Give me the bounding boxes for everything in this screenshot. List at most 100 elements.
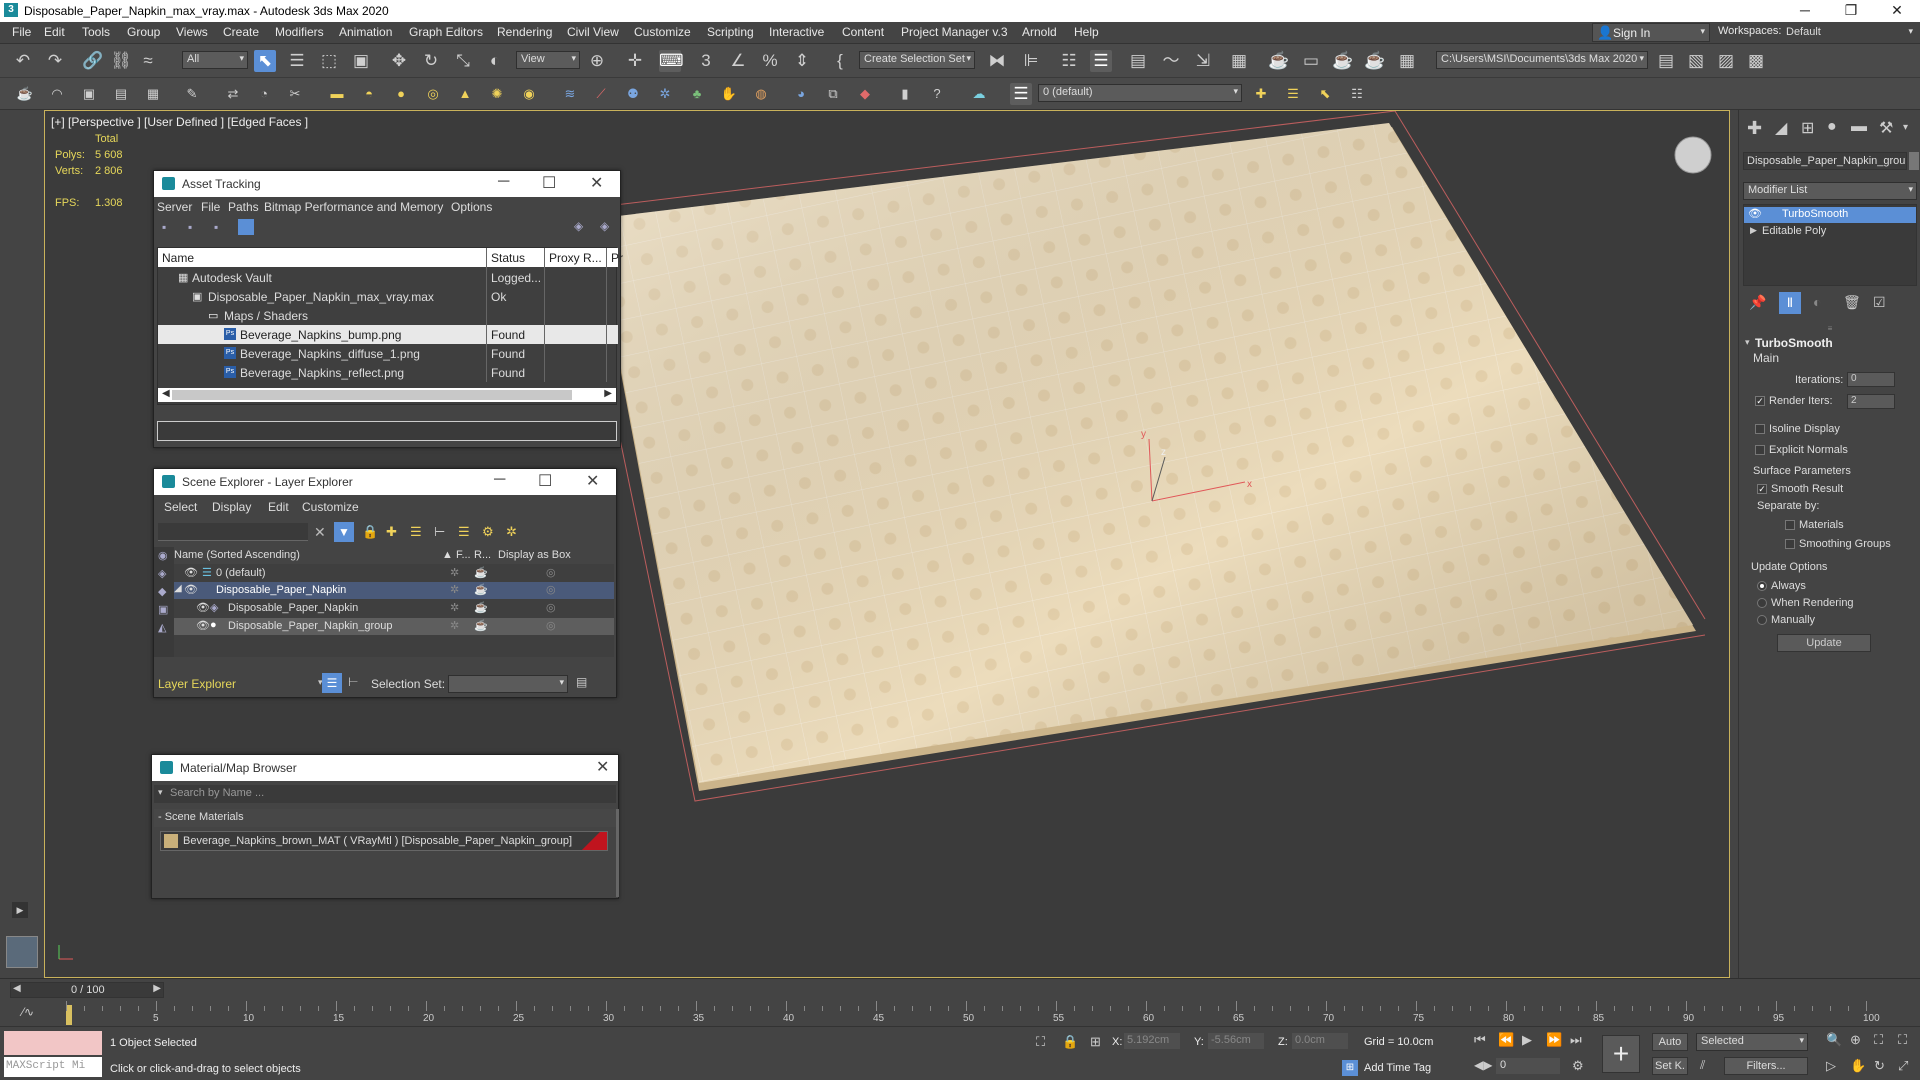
asset-row[interactable]: ▦ Autodesk Vault Logged...	[158, 268, 618, 287]
layer-mode-icon[interactable]: ☰	[322, 673, 342, 693]
window-crossing-icon[interactable]: ▣	[350, 50, 372, 72]
brush-icon[interactable]: ✎	[181, 83, 203, 105]
zoom-icon[interactable]: 🔍	[1826, 1032, 1842, 1048]
add-to-layer-icon[interactable]: ☰	[1282, 83, 1304, 105]
bend-icon[interactable]: ⟋	[590, 83, 612, 105]
asset-col-proxy[interactable]: Proxy R...	[549, 251, 602, 265]
select-object-icon[interactable]: ⬉	[254, 50, 276, 72]
menu-help[interactable]: Help	[1074, 25, 1099, 39]
set-key-button-icon[interactable]: +	[1602, 1035, 1640, 1073]
select-layer-objects-icon[interactable]: ⬉	[1314, 83, 1336, 105]
se-minimize-button[interactable]: ─	[494, 471, 505, 489]
field-of-view-icon[interactable]: ▷	[1826, 1058, 1836, 1074]
asset-col-name[interactable]: Name	[162, 251, 194, 265]
time-slider[interactable]: ◀ 0 / 100 ▶	[10, 982, 164, 998]
mb-search[interactable]: ▾ Search by Name ...	[154, 785, 616, 803]
selection-lock-icon[interactable]: 🔒	[1062, 1034, 1078, 1050]
torus-icon[interactable]: ◎	[422, 83, 444, 105]
project-open-icon[interactable]: ▧	[1685, 50, 1707, 72]
time-config-icon[interactable]: ⚙	[1572, 1058, 1584, 1074]
x-coordinate-field[interactable]: 5.192cm	[1124, 1033, 1180, 1049]
show-end-result-icon[interactable]: Ⅱ	[1779, 292, 1801, 314]
se-col-name[interactable]: Name (Sorted Ascending)	[174, 549, 300, 561]
asset-menu-options[interactable]: Options	[451, 200, 492, 214]
viewport-layout-icon[interactable]	[6, 936, 38, 968]
mb-scrollbar[interactable]	[616, 809, 619, 897]
eye-icon[interactable]: 👁	[196, 601, 210, 614]
particle-icon[interactable]: ✲	[654, 83, 676, 105]
menu-civil-view[interactable]: Civil View	[567, 25, 619, 39]
sphere-icon[interactable]: ●	[390, 83, 412, 105]
asset-maximize-button[interactable]: ☐	[542, 173, 556, 193]
redo-icon[interactable]: ↷	[44, 50, 66, 72]
menu-tools[interactable]: Tools	[82, 25, 110, 39]
toggle-scene-explorer-icon[interactable]: ☷	[1058, 50, 1080, 72]
modifier-list-dropdown[interactable]: Modifier List	[1743, 182, 1917, 200]
globe-icon[interactable]: ◕	[790, 83, 812, 105]
maxscript-input[interactable]: MAXScript Mi	[4, 1057, 102, 1077]
menu-edit[interactable]: Edit	[44, 25, 65, 39]
grid-icon[interactable]: ▦	[142, 83, 164, 105]
se-row[interactable]: 👁 ☰ 0 (default) ✲ ☕ ◎	[174, 565, 614, 582]
asset-view-icon-1[interactable]: ▪	[162, 220, 166, 234]
display-all-icon[interactable]: ◈	[158, 567, 166, 580]
create-tab-icon[interactable]: ✚	[1747, 118, 1762, 139]
asset-row[interactable]: ▣ Disposable_Paper_Napkin_max_vray.max O…	[158, 287, 618, 306]
explicit-normals-checkbox[interactable]	[1755, 445, 1765, 455]
display-shapes-icon[interactable]: ▣	[158, 603, 168, 616]
menu-interactive[interactable]: Interactive	[769, 25, 824, 39]
toggle-layer-explorer-icon[interactable]: ☰	[1090, 50, 1112, 72]
menu-group[interactable]: Group	[127, 25, 160, 39]
select-by-name-icon[interactable]: ☰	[286, 50, 308, 72]
box-icon[interactable]: ▣	[78, 83, 100, 105]
freeze-state-icon[interactable]: ✲	[450, 601, 459, 614]
box-state-icon[interactable]: ◎	[546, 566, 556, 579]
schematic-view-icon[interactable]: ⇲	[1192, 50, 1214, 72]
plane-primitive-icon[interactable]: ▬	[326, 83, 348, 105]
se-search-input[interactable]	[158, 523, 308, 541]
menu-project-manager[interactable]: Project Manager v.3	[901, 25, 1008, 39]
new-layer-icon[interactable]: ✚	[386, 524, 397, 540]
box-state-icon[interactable]: ◎	[546, 619, 556, 632]
current-layer-dropdown[interactable]: 0 (default)	[1038, 84, 1242, 102]
asset-row[interactable]: ▭ Maps / Shaders	[158, 306, 618, 325]
menu-content[interactable]: Content	[842, 25, 884, 39]
utilities-tab-icon[interactable]: ⚒	[1879, 118, 1893, 138]
render-state-icon[interactable]: ☕	[474, 601, 488, 614]
scrollbar-thumb[interactable]	[172, 390, 572, 400]
maxscript-listener-output[interactable]	[4, 1031, 102, 1055]
display-lights-icon[interactable]: ◭	[158, 621, 166, 634]
scroll-right-icon[interactable]: ▶	[604, 388, 612, 399]
render-iters-spinner[interactable]: 2	[1847, 394, 1895, 409]
selection-set-edit-icon[interactable]: ▤	[576, 675, 587, 689]
bind-space-warp-icon[interactable]: ≈	[137, 50, 159, 72]
hemisphere-icon[interactable]: ◓	[358, 83, 380, 105]
modify-tab-icon[interactable]: ◢	[1775, 118, 1787, 138]
geosphere-icon[interactable]: ◉	[518, 83, 540, 105]
scene-states-icon[interactable]: ⧉	[822, 83, 844, 105]
se-menu-customize[interactable]: Customize	[302, 500, 359, 514]
freeze-state-icon[interactable]: ✲	[450, 583, 459, 596]
ribbon-icon[interactable]: ▤	[1127, 50, 1149, 72]
menu-graph-editors[interactable]: Graph Editors	[409, 25, 483, 39]
eye-icon[interactable]: 👁	[184, 566, 198, 579]
render-state-icon[interactable]: ☕	[474, 583, 488, 596]
zoom-extents-all-icon[interactable]: ⛶	[1898, 1032, 1907, 1048]
teapot-icon[interactable]: ☕	[14, 83, 36, 105]
add-time-tag-label[interactable]: Add Time Tag	[1364, 1062, 1431, 1074]
render-state-icon[interactable]: ☕	[474, 619, 488, 632]
eye-icon[interactable]: 👁	[1748, 207, 1762, 220]
layer-manager-icon[interactable]: ☰	[1010, 83, 1032, 105]
dome-icon[interactable]: ◠	[46, 83, 68, 105]
time-tag-icon[interactable]: ⊞	[1342, 1060, 1358, 1076]
maximize-viewport-icon[interactable]: ⤢	[1898, 1058, 1908, 1074]
stack-item-editable-poly[interactable]: ▶ Editable Poly	[1744, 224, 1916, 240]
asset-menu-file[interactable]: File	[201, 200, 220, 214]
absolute-mode-icon[interactable]: ⊞	[1090, 1034, 1101, 1050]
mb-section-header[interactable]: - Scene Materials	[154, 809, 616, 827]
se-menu-select[interactable]: Select	[164, 500, 197, 514]
previous-key-icon[interactable]: ⏪	[1498, 1032, 1514, 1048]
link-icon[interactable]: 🔗	[82, 50, 104, 72]
menu-modifiers[interactable]: Modifiers	[275, 25, 324, 39]
current-frame-field[interactable]: 0	[1496, 1058, 1560, 1074]
